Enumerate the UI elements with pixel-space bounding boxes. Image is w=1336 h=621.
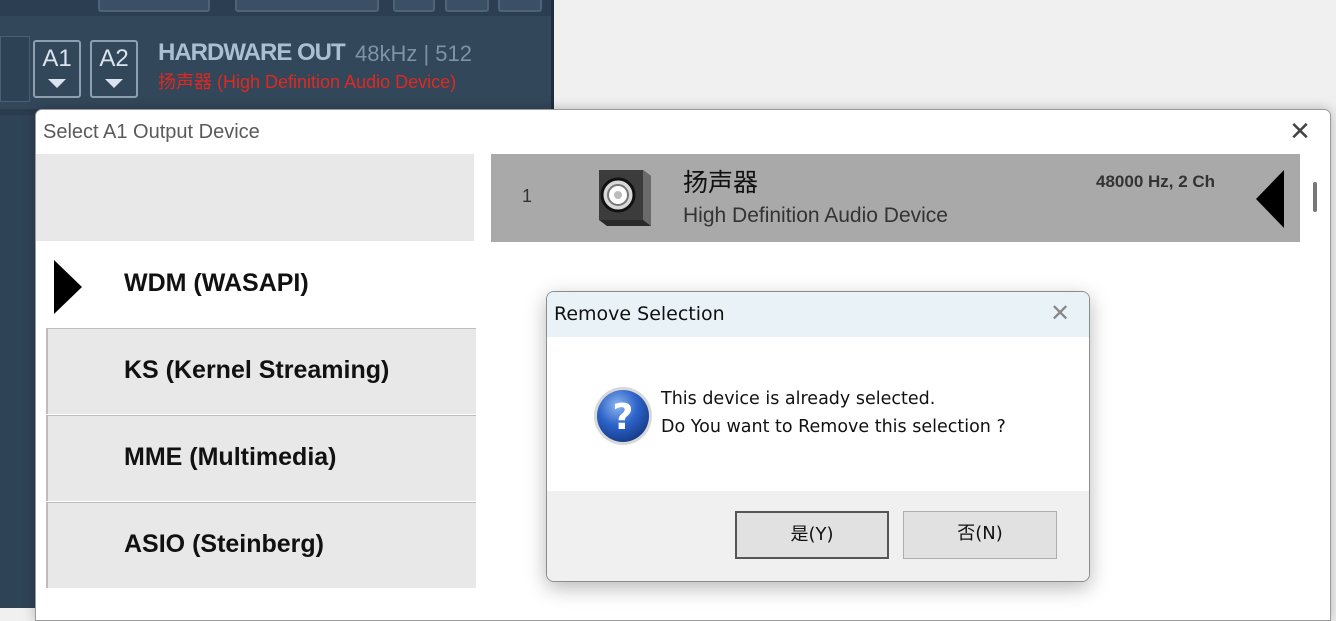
- dialog-title: Remove Selection: [554, 303, 725, 325]
- driver-item-wdm[interactable]: WDM (WASAPI): [36, 241, 466, 327]
- svg-text:?: ?: [613, 397, 634, 438]
- hardware-out-device: 扬声器 (High Definition Audio Device): [158, 72, 457, 92]
- driver-label: KS (Kernel Streaming): [124, 356, 390, 384]
- bus-a1-button[interactable]: A1: [33, 40, 81, 98]
- chevron-down-icon: [48, 79, 66, 88]
- mixer-menu-button[interactable]: [98, 0, 210, 12]
- hardware-out-title: HARDWARE OUT: [158, 39, 346, 66]
- no-button[interactable]: 否(N): [903, 511, 1057, 559]
- mixer-close-button[interactable]: [498, 0, 542, 12]
- question-icon: ?: [594, 387, 652, 445]
- dialog-close-button[interactable]: ✕: [1045, 298, 1075, 328]
- window-title: Select A1 Output Device: [43, 121, 260, 143]
- device-description: High Definition Audio Device: [683, 204, 948, 227]
- driver-list-header: [36, 154, 474, 241]
- dialog-message-line: This device is already selected.: [661, 389, 936, 409]
- mixer-minimize-button[interactable]: [445, 0, 489, 12]
- yes-button[interactable]: 是(Y): [735, 511, 889, 559]
- selected-arrow-icon: [1256, 170, 1284, 228]
- window-close-button[interactable]: ✕: [1284, 116, 1316, 148]
- driver-label: ASIO (Steinberg): [124, 530, 325, 558]
- driver-label: WDM (WASAPI): [124, 269, 309, 297]
- device-row[interactable]: 1 扬声器 High Definition Audio Device 48000…: [491, 154, 1300, 242]
- device-list-scrollbar[interactable]: [1300, 154, 1330, 620]
- dialog-message: This device is already selected. Do You …: [661, 385, 1006, 441]
- bus-a1-label: A1: [42, 45, 72, 72]
- mixer-menu-button[interactable]: [235, 0, 379, 12]
- chevron-down-icon: [105, 79, 123, 88]
- device-name: 扬声器: [683, 168, 759, 197]
- dialog-message-line: Do You want to Remove this selection ?: [661, 417, 1006, 437]
- mixer-left-strip: [0, 36, 30, 102]
- hardware-out-rate: 48kHz | 512: [355, 41, 473, 66]
- mixer-left-panel: [0, 115, 36, 608]
- dialog-button-bar: 是(Y) 否(N): [547, 491, 1089, 581]
- driver-label: MME (Multimedia): [124, 443, 337, 471]
- driver-item-ks[interactable]: KS (Kernel Streaming): [46, 328, 476, 414]
- driver-item-mme[interactable]: MME (Multimedia): [46, 415, 476, 501]
- device-format: 48000 Hz, 2 Ch: [1096, 172, 1216, 191]
- window-titlebar: Select A1 Output Device ✕: [36, 110, 1330, 154]
- bus-a2-button[interactable]: A2: [90, 40, 138, 98]
- scrollbar-thumb[interactable]: [1313, 182, 1317, 212]
- speaker-icon: [599, 170, 651, 226]
- driver-type-list: WDM (WASAPI) KS (Kernel Streaming) MME (…: [36, 154, 476, 620]
- device-index: 1: [522, 186, 533, 206]
- bus-a2-label: A2: [99, 45, 129, 72]
- mixer-help-button[interactable]: [393, 0, 435, 12]
- dialog-titlebar: Remove Selection ✕: [547, 292, 1089, 337]
- driver-item-asio[interactable]: ASIO (Steinberg): [46, 502, 476, 588]
- selected-arrow-icon: [54, 260, 82, 314]
- remove-selection-dialog: Remove Selection ✕ ? This device is alre…: [546, 291, 1090, 582]
